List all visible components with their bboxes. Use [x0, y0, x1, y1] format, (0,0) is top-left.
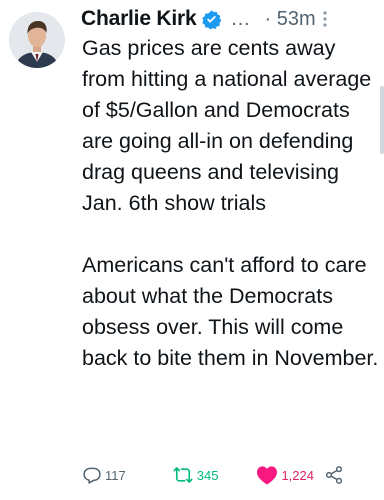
- avatar[interactable]: [9, 12, 65, 68]
- share-icon: [324, 465, 344, 485]
- like-icon: [256, 465, 278, 485]
- retweet-button[interactable]: 345: [172, 465, 219, 485]
- verified-badge-icon: [201, 9, 222, 30]
- author-name[interactable]: Charlie Kirk: [81, 7, 197, 31]
- retweet-count: 345: [196, 467, 219, 483]
- name-truncation: …: [230, 7, 251, 30]
- reply-icon: [82, 465, 102, 485]
- tweet-actions: 117 345 1,224: [82, 462, 364, 488]
- tweet-paragraph: Americans can't afford to care about wha…: [82, 253, 379, 370]
- like-button[interactable]: 1,224: [256, 465, 314, 485]
- scrollbar[interactable]: [380, 86, 384, 154]
- reply-count: 117: [105, 467, 126, 483]
- tweet-paragraph: Gas prices are cents away from hitting a…: [82, 36, 372, 215]
- tweet-text: Gas prices are cents away from hitting a…: [82, 33, 380, 374]
- more-options-icon[interactable]: [322, 10, 328, 28]
- share-button[interactable]: [324, 465, 344, 485]
- retweet-icon: [172, 465, 194, 485]
- reply-button[interactable]: 117: [82, 465, 126, 485]
- tweet-header: Charlie Kirk … · 53m: [81, 5, 374, 33]
- like-count: 1,224: [281, 467, 314, 483]
- timestamp[interactable]: · 53m: [264, 8, 315, 31]
